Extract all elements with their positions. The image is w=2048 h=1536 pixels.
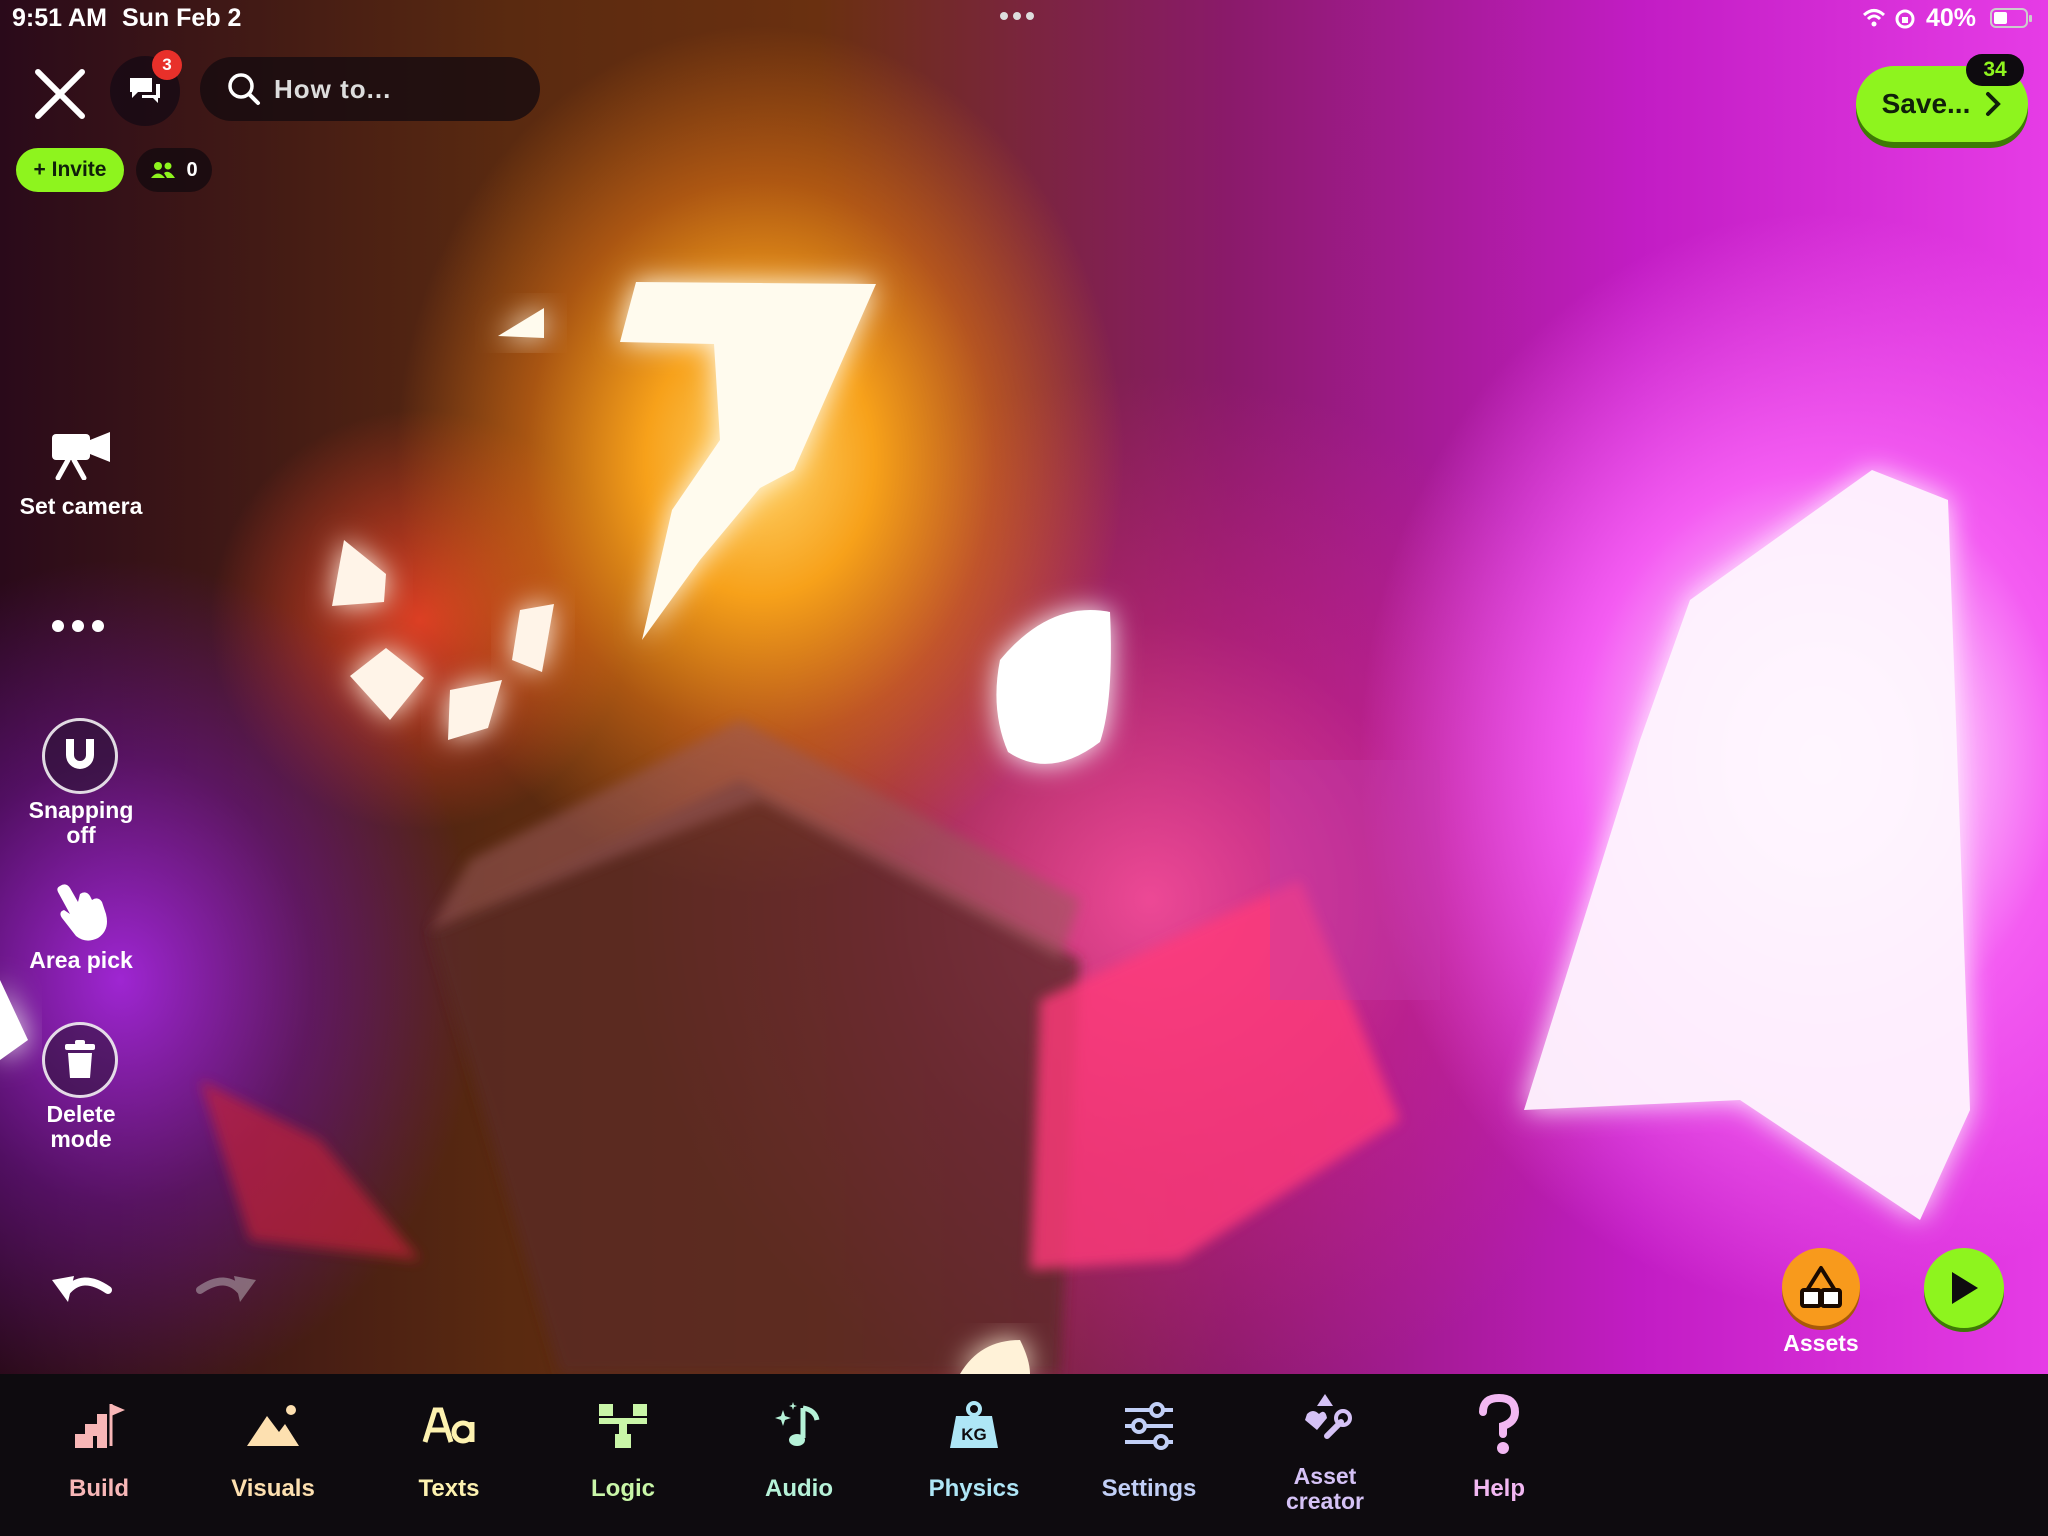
- delete-label-line2: mode: [50, 1126, 112, 1152]
- assets-label: Assets: [1783, 1330, 1859, 1356]
- close-icon: [35, 69, 85, 119]
- scene-shapes: [0, 282, 1970, 1374]
- battery-icon: [1990, 8, 2032, 28]
- play-icon: [1952, 1272, 1978, 1304]
- players-count: 0: [186, 158, 198, 181]
- magnet-icon: [66, 739, 94, 769]
- tab-physics[interactable]: KG Physics: [899, 1390, 1049, 1520]
- svg-text:KG: KG: [961, 1425, 987, 1444]
- tab-asset-creator-label-line1: Asset: [1293, 1463, 1357, 1489]
- music-sparkle-icon: [775, 1402, 820, 1446]
- tab-help[interactable]: Help: [1424, 1390, 1574, 1520]
- assets-icon: [1800, 1266, 1842, 1308]
- hand-pointer-icon: [57, 884, 107, 941]
- search-icon: [228, 73, 260, 105]
- play-button[interactable]: [1924, 1248, 2004, 1328]
- tab-settings-label: Settings: [1101, 1475, 1197, 1502]
- invite-button[interactable]: + Invite: [16, 148, 124, 192]
- sliders-icon: [1125, 1402, 1173, 1450]
- tab-visuals[interactable]: Visuals: [198, 1390, 348, 1520]
- question-icon: [1479, 1394, 1520, 1454]
- tab-audio-label: Audio: [765, 1475, 833, 1502]
- tab-audio[interactable]: Audio: [724, 1390, 874, 1520]
- tab-build[interactable]: Build: [24, 1390, 174, 1520]
- tab-build-label: Build: [69, 1475, 129, 1502]
- delete-label-line1: Delete: [46, 1101, 116, 1127]
- weight-kg-icon: KG: [950, 1401, 998, 1448]
- tab-physics-label: Physics: [928, 1475, 1020, 1502]
- camera-icon: [52, 432, 110, 480]
- undo-button[interactable]: [46, 1262, 118, 1314]
- undo-icon: [52, 1276, 112, 1302]
- set-camera-label: Set camera: [19, 493, 143, 519]
- mountains-icon: [247, 1405, 299, 1446]
- tab-logic-label: Logic: [591, 1475, 655, 1502]
- area-pick-label: Area pick: [29, 947, 133, 973]
- save-label: Save...: [1881, 88, 1971, 119]
- trash-icon: [65, 1040, 95, 1078]
- multitask-dots[interactable]: [1000, 12, 1034, 20]
- tab-asset-creator-label-line2: creator: [1286, 1488, 1364, 1514]
- logic-tree-icon: [599, 1404, 647, 1448]
- assets-button[interactable]: Assets: [1776, 1246, 1866, 1362]
- font-aa-icon: [422, 1407, 475, 1444]
- tab-asset-creator[interactable]: Asset creator: [1250, 1390, 1400, 1520]
- players-icon: [151, 162, 176, 178]
- tab-texts[interactable]: Texts: [374, 1390, 524, 1520]
- asset-creator-icon: [1305, 1394, 1352, 1439]
- set-camera-button[interactable]: Set camera: [6, 420, 156, 520]
- tab-settings[interactable]: Settings: [1074, 1390, 1224, 1520]
- wifi-icon: [1862, 8, 1886, 33]
- tab-texts-label: Texts: [418, 1475, 480, 1502]
- players-indicator[interactable]: 0: [136, 148, 212, 192]
- chat-badge: 3: [152, 50, 182, 80]
- area-pick-button[interactable]: Area pick: [6, 876, 156, 982]
- status-time: 9:51 AM: [12, 4, 107, 32]
- chevron-right-icon: [1986, 92, 2002, 116]
- chat-button[interactable]: 3: [110, 50, 182, 126]
- tab-help-label: Help: [1472, 1475, 1525, 1502]
- delete-mode-toggle[interactable]: Delete mode: [6, 1020, 156, 1152]
- tab-logic[interactable]: Logic: [548, 1390, 698, 1520]
- more-options-button[interactable]: [52, 614, 112, 638]
- save-badge: 34: [1966, 54, 2024, 86]
- scene-viewport[interactable]: [0, 0, 2048, 1374]
- battery-percent: 40%: [1926, 4, 1977, 32]
- close-button[interactable]: [30, 64, 90, 124]
- redo-icon: [196, 1276, 256, 1302]
- redo-button[interactable]: [190, 1262, 262, 1314]
- build-icon: [75, 1404, 125, 1448]
- search-bar[interactable]: How to...: [200, 57, 540, 121]
- snapping-toggle[interactable]: Snapping off: [6, 716, 156, 848]
- snapping-label-line2: off: [66, 822, 96, 848]
- orientation-lock-icon: [1894, 8, 1916, 35]
- status-date: Sun Feb 2: [122, 4, 242, 32]
- chat-bubbles-icon: [130, 78, 160, 103]
- tab-visuals-label: Visuals: [231, 1475, 315, 1502]
- snapping-label-line1: Snapping: [28, 797, 134, 823]
- search-placeholder: How to...: [274, 73, 392, 104]
